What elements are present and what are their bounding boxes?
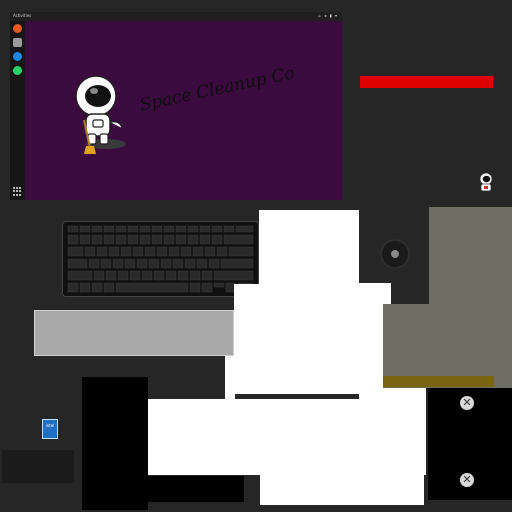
activities-button[interactable]: Activities xyxy=(13,13,31,19)
white-panel xyxy=(142,399,426,475)
dock xyxy=(10,21,25,200)
olive-bar xyxy=(383,376,494,387)
system-tray[interactable]: ⌂ ◂ ▮ ▾ xyxy=(318,13,338,19)
phone-icon[interactable] xyxy=(13,52,22,61)
firefox-icon[interactable] xyxy=(13,24,22,33)
screw-icon: ✕ xyxy=(460,473,474,487)
intel-logo: intel xyxy=(42,419,58,439)
touchpad[interactable] xyxy=(2,450,74,483)
astronaut-logo xyxy=(75,75,126,154)
camera-icon[interactable] xyxy=(13,38,22,47)
black-panel xyxy=(82,377,148,510)
white-panel xyxy=(234,284,359,394)
grey-panel xyxy=(34,310,234,356)
white-panel xyxy=(260,475,424,505)
top-bar: Activities ⌂ ◂ ▮ ▾ xyxy=(10,12,342,21)
wallpaper-title: Space Cleanup Co xyxy=(138,63,297,116)
laptop-screen: Activities ⌂ ◂ ▮ ▾ Space Cleanup Co xyxy=(10,12,342,200)
black-panel xyxy=(148,476,244,502)
intel-label: intel xyxy=(45,423,55,428)
keyboard[interactable] xyxy=(63,222,258,296)
whatsapp-icon[interactable] xyxy=(13,66,22,75)
screw-panel: ✕ ✕ xyxy=(428,388,512,500)
white-panel xyxy=(259,210,359,284)
red-bar xyxy=(360,76,493,88)
screw-icon: ✕ xyxy=(460,396,474,410)
astronaut-sticker-icon xyxy=(479,172,493,192)
olive-panel xyxy=(429,207,512,388)
show-apps-icon[interactable] xyxy=(13,187,22,196)
speaker-icon xyxy=(382,241,408,267)
